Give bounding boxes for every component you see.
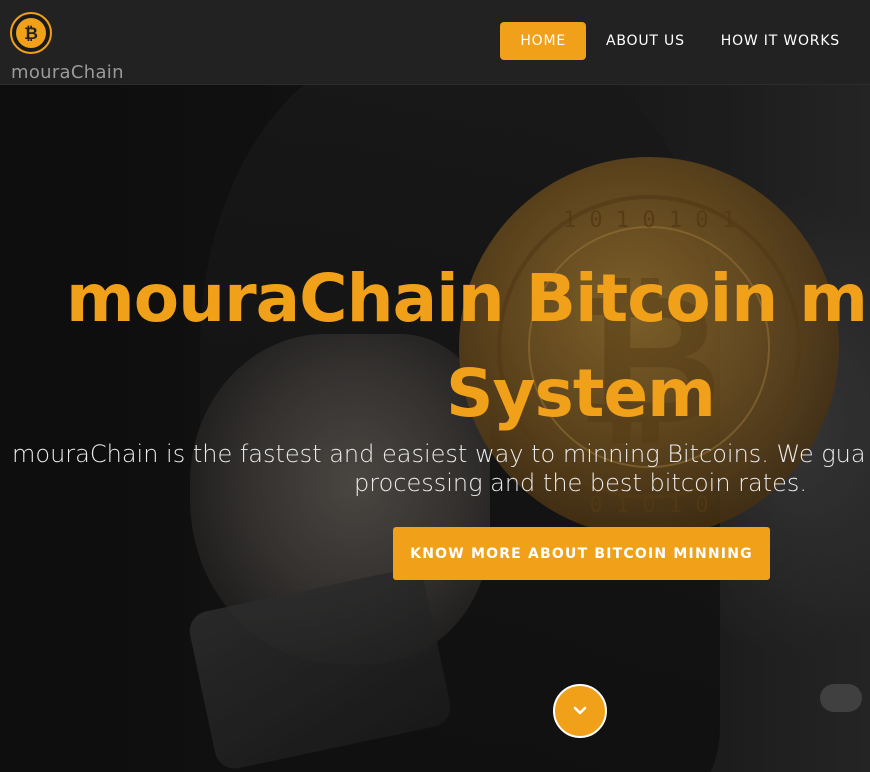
main-nav: HOME ABOUT US HOW IT WORKS bbox=[496, 22, 856, 60]
nav-item-about-us[interactable]: ABOUT US bbox=[590, 22, 701, 60]
nav-item-how-it-works[interactable]: HOW IT WORKS bbox=[705, 22, 856, 60]
hero-dark-overlay bbox=[0, 84, 870, 772]
scroll-down-button[interactable] bbox=[553, 684, 607, 738]
chevron-down-icon bbox=[573, 706, 587, 715]
hero-headline-line2: System bbox=[446, 355, 716, 432]
know-more-button[interactable]: KNOW MORE ABOUT BITCOIN MINNING bbox=[393, 527, 770, 580]
faded-widget bbox=[820, 684, 862, 712]
brand-name: mouraChain bbox=[11, 62, 124, 83]
bitcoin-logo-icon: ₿ bbox=[10, 12, 52, 54]
hero-tagline-line2: processing and the best bitcoin rates. bbox=[354, 469, 808, 497]
svg-text:₿: ₿ bbox=[24, 24, 38, 44]
hero-headline: mouraChain Bitcoin m bbox=[66, 260, 868, 337]
hero-tagline: mouraChain is the fastest and easiest wa… bbox=[12, 440, 866, 468]
hero-section: 1 0 1 0 1 0 1 0 1 0 1 0 ₿ bbox=[0, 84, 870, 772]
nav-item-home[interactable]: HOME bbox=[500, 22, 587, 60]
top-navbar: ₿ mouraChain HOME ABOUT US HOW IT WORKS bbox=[0, 0, 870, 85]
